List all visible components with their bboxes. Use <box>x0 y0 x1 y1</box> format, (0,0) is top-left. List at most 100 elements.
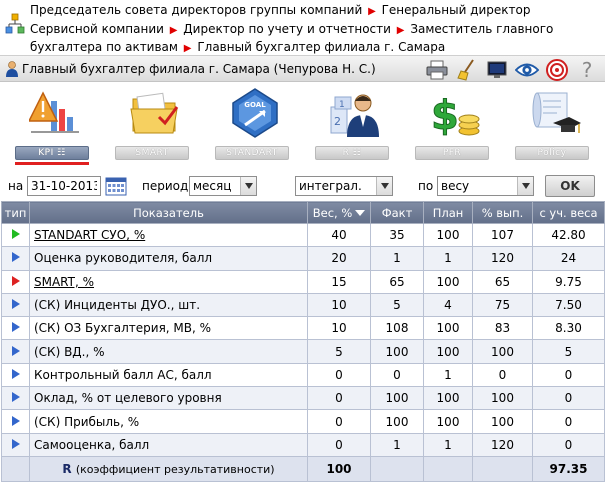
fact-cell: 100 <box>370 409 424 434</box>
col-header-fact[interactable]: Факт <box>370 201 424 224</box>
table-row[interactable]: (СК) Прибыль, % 0 100 100 100 0 <box>1 409 605 434</box>
indicator-name-cell: SMART, % <box>29 269 308 294</box>
indicator-name-cell: (СК) Прибыль, % <box>29 409 308 434</box>
breadcrumb-arrow-icon: ▶ <box>396 24 405 36</box>
print-button[interactable] <box>425 58 449 82</box>
weight-cell: 20 <box>307 246 371 271</box>
scroll-graduation-icon <box>532 92 581 133</box>
pct-cell: 75 <box>472 292 533 318</box>
footer-empty-cell <box>472 455 533 482</box>
footer-label: R (коэффициент результативности) <box>29 455 308 482</box>
status-triangle-icon <box>11 252 20 263</box>
fact-cell: 65 <box>370 269 424 294</box>
table-body: STANDART СУО, % 40 35 100 107 42.80 Оценка рук… <box>1 222 605 457</box>
breadcrumb-item[interactable]: Председатель совета директоров группы ко… <box>30 3 362 17</box>
indicator-link[interactable]: STANDART СУО, % <box>34 228 145 242</box>
nav-item-smart[interactable]: SMART <box>115 82 195 166</box>
col-header-weight-label: Вес, % <box>312 205 353 220</box>
table-row[interactable]: SMART, % 15 65 100 65 9.75 <box>1 269 605 294</box>
calendar-icon[interactable] <box>105 176 127 196</box>
col-header-plan[interactable]: План <box>423 201 473 224</box>
fact-cell: 35 <box>370 222 424 248</box>
nav-item-kpi[interactable]: KPI ☷ <box>15 82 95 166</box>
type-cell <box>1 432 30 457</box>
nav-item-r[interactable]: 1 2 R ☷ <box>315 82 395 166</box>
breadcrumb-arrow-icon: ▶ <box>368 6 376 17</box>
type-cell <box>1 339 30 364</box>
table-header-row: тип Показатель Вес, % Факт План % вып. с… <box>1 201 605 224</box>
view-button[interactable] <box>515 58 539 82</box>
clear-button[interactable] <box>455 58 479 82</box>
table-row[interactable]: Оклад, % от целевого уровня 0 100 100 100 0 <box>1 386 605 411</box>
plan-cell: 100 <box>423 269 473 294</box>
indicator-name-cell: Самооценка, балл <box>29 432 308 457</box>
fact-cell: 5 <box>370 292 424 318</box>
weight-cell: 10 <box>307 292 371 318</box>
screen-button[interactable] <box>485 58 509 82</box>
table-row[interactable]: STANDART СУО, % 40 35 100 107 42.80 <box>1 222 605 248</box>
col-header-weighted[interactable]: с уч. веса <box>532 201 605 224</box>
weight-cell: 0 <box>307 386 371 411</box>
status-triangle-icon <box>11 322 20 333</box>
nav-item-standart[interactable]: GOAL STANDART <box>215 82 295 166</box>
toolbar: ? <box>425 57 599 82</box>
weight-cell: 15 <box>307 269 371 294</box>
breadcrumb-item-current: Главный бухгалтер филиала г. Самара <box>197 40 446 54</box>
warning-chart-icon <box>29 91 79 133</box>
money-icon: $ <box>431 93 480 139</box>
goal-icon: GOAL <box>232 88 278 138</box>
indicator-name-cell: Оценка руководителя, балл <box>29 246 308 271</box>
fact-cell: 0 <box>370 362 424 388</box>
svg-text:GOAL: GOAL <box>244 101 266 109</box>
nav-label: PFR <box>415 146 489 160</box>
type-cell <box>1 246 30 271</box>
col-header-weight[interactable]: Вес, % <box>307 201 371 224</box>
pct-cell: 65 <box>472 269 533 294</box>
footer-weighted-total: 97.35 <box>532 455 605 482</box>
indicator-name-cell: Оклад, % от целевого уровня <box>29 386 308 411</box>
indicator-name-cell: (СК) ОЗ Бухгалтерия, МВ, % <box>29 316 308 341</box>
kpi-table: тип Показатель Вес, % Факт План % вып. с… <box>1 201 605 482</box>
col-header-type[interactable]: тип <box>1 201 30 224</box>
eye-icon <box>515 63 539 76</box>
nav-label: STANDART <box>215 146 289 160</box>
period-select[interactable]: месяц <box>189 176 257 196</box>
plan-cell: 100 <box>423 386 473 411</box>
monitor-icon <box>487 61 507 78</box>
ok-button[interactable]: OK <box>545 175 595 197</box>
col-header-pct[interactable]: % вып. <box>472 201 533 224</box>
breadcrumb: Председатель совета директоров группы ко… <box>0 0 605 54</box>
type-cell <box>1 362 30 388</box>
help-button[interactable]: ? <box>575 58 599 82</box>
col-header-name[interactable]: Показатель <box>29 201 308 224</box>
plan-cell: 100 <box>423 339 473 364</box>
user-bar: Главный бухгалтер филиала г. Самара (Чеп… <box>0 55 605 82</box>
person-icon: 1 2 <box>330 94 379 137</box>
indicator-link[interactable]: SMART, % <box>34 275 94 289</box>
breadcrumb-item[interactable]: Директор по учету и отчетности <box>183 22 391 36</box>
breadcrumb-arrow-icon: ▶ <box>169 24 178 36</box>
table-row[interactable]: Самооценка, балл 0 1 1 120 0 <box>1 432 605 457</box>
footer-empty-cell <box>370 455 424 482</box>
table-row[interactable]: Оценка руководителя, балл 20 1 1 120 24 <box>1 246 605 271</box>
date-input[interactable] <box>27 176 101 196</box>
status-triangle-icon <box>11 438 20 449</box>
table-row[interactable]: (СК) ВД., % 5 100 100 100 5 <box>1 339 605 364</box>
chevron-down-icon <box>240 177 256 195</box>
table-row[interactable]: (СК) Инциденты ДУО., шт. 10 5 4 75 7.50 <box>1 292 605 318</box>
active-indicator <box>15 162 89 165</box>
table-row[interactable]: (СК) ОЗ Бухгалтерия, МВ, % 10 108 100 83 8.30 <box>1 316 605 341</box>
pct-cell: 100 <box>472 339 533 364</box>
weighted-cell: 9.75 <box>532 269 605 294</box>
plan-cell: 100 <box>423 316 473 341</box>
weighted-cell: 0 <box>532 386 605 411</box>
table-row[interactable]: Контрольный балл АС, балл 0 0 1 0 0 <box>1 362 605 388</box>
mode-select[interactable]: интеграл. <box>295 176 393 196</box>
sort-by-select[interactable]: весу <box>437 176 534 196</box>
type-cell <box>1 386 30 411</box>
target-button[interactable] <box>545 58 569 82</box>
breadcrumb-arrow-icon: ▶ <box>183 43 192 54</box>
nav-item-pfr[interactable]: $ PFR <box>415 82 495 166</box>
question-icon: ? <box>581 57 593 82</box>
nav-item-policy[interactable]: Policy <box>515 82 595 166</box>
